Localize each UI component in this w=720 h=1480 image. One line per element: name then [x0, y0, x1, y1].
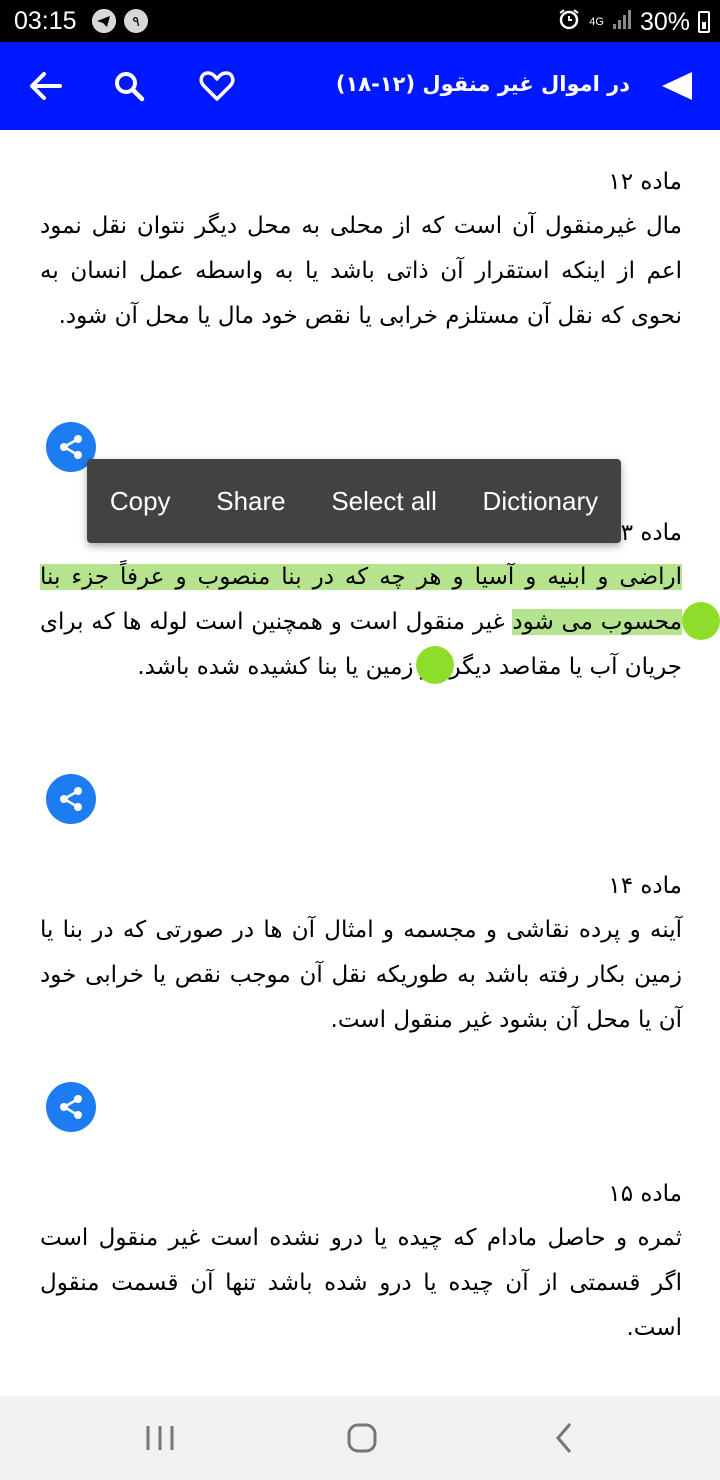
notification-badge-icon: ۹ — [124, 9, 148, 33]
search-icon[interactable] — [107, 64, 151, 108]
system-nav-bar — [0, 1396, 720, 1480]
copy-button[interactable]: Copy — [102, 486, 179, 517]
home-icon[interactable] — [342, 1418, 382, 1458]
article-15: ماده ۱۵ ثمره و حاصل مادام که چیده یا درو… — [40, 1172, 682, 1351]
back-arrow-icon[interactable] — [24, 64, 68, 108]
telegram-icon — [92, 9, 116, 33]
article-title: ماده ۱۲ — [608, 169, 682, 195]
article-title: ماده ۱۴ — [608, 873, 682, 899]
network-label: 4G — [589, 15, 604, 28]
articles-list: ماده ۱۲ مال غیرمنقول آن است که از محلی ب… — [0, 130, 720, 1396]
page-title: در اموال غیر منقول (۱۲-۱۸) — [335, 72, 630, 96]
status-time: 03:15 — [14, 7, 77, 35]
battery-percent: 30% — [639, 7, 690, 36]
share-menu-button[interactable]: Share — [208, 486, 293, 517]
text-selection-menu: Copy Share Select all Dictionary — [87, 459, 621, 543]
dictionary-button[interactable]: Dictionary — [475, 486, 607, 517]
share-icon — [60, 787, 82, 811]
app-bar: در اموال غیر منقول (۱۲-۱۸) — [0, 42, 720, 130]
share-button[interactable] — [46, 774, 96, 824]
article-title: ماده ۱۵ — [608, 1181, 682, 1207]
selection-handle-start[interactable] — [682, 602, 720, 640]
battery-charging-icon — [698, 11, 710, 33]
signal-icon — [612, 8, 632, 37]
share-button[interactable] — [46, 1082, 96, 1132]
status-bar: 03:15 ۹ 4G 30% — [0, 0, 720, 42]
article-text[interactable]: ثمره و حاصل مادام که چیده یا درو نشده اس… — [40, 1216, 682, 1351]
status-right-group: 4G 30% — [557, 7, 710, 37]
article-text[interactable]: مال غیرمنقول آن است که از محلی به محل دی… — [40, 204, 682, 339]
play-icon[interactable] — [656, 64, 700, 108]
select-all-button[interactable]: Select all — [323, 486, 445, 517]
share-icon — [60, 1095, 82, 1119]
alarm-icon — [557, 7, 581, 37]
article-12: ماده ۱۲ مال غیرمنقول آن است که از محلی ب… — [40, 160, 682, 339]
article-14: ماده ۱۴ آینه و پرده نقاشی و مجسمه و امثا… — [40, 864, 682, 1043]
article-text[interactable]: آینه و پرده نقاشی و مجسمه و امثال آن ها … — [40, 908, 682, 1043]
recent-apps-icon[interactable] — [140, 1418, 180, 1458]
share-icon — [60, 435, 82, 459]
heart-icon[interactable] — [195, 64, 239, 108]
back-nav-icon[interactable] — [544, 1418, 584, 1458]
selection-handle-end[interactable] — [416, 646, 454, 684]
article-text[interactable]: اراضی و ابنیه و آسیا و هر چه که در بنا م… — [40, 555, 682, 690]
